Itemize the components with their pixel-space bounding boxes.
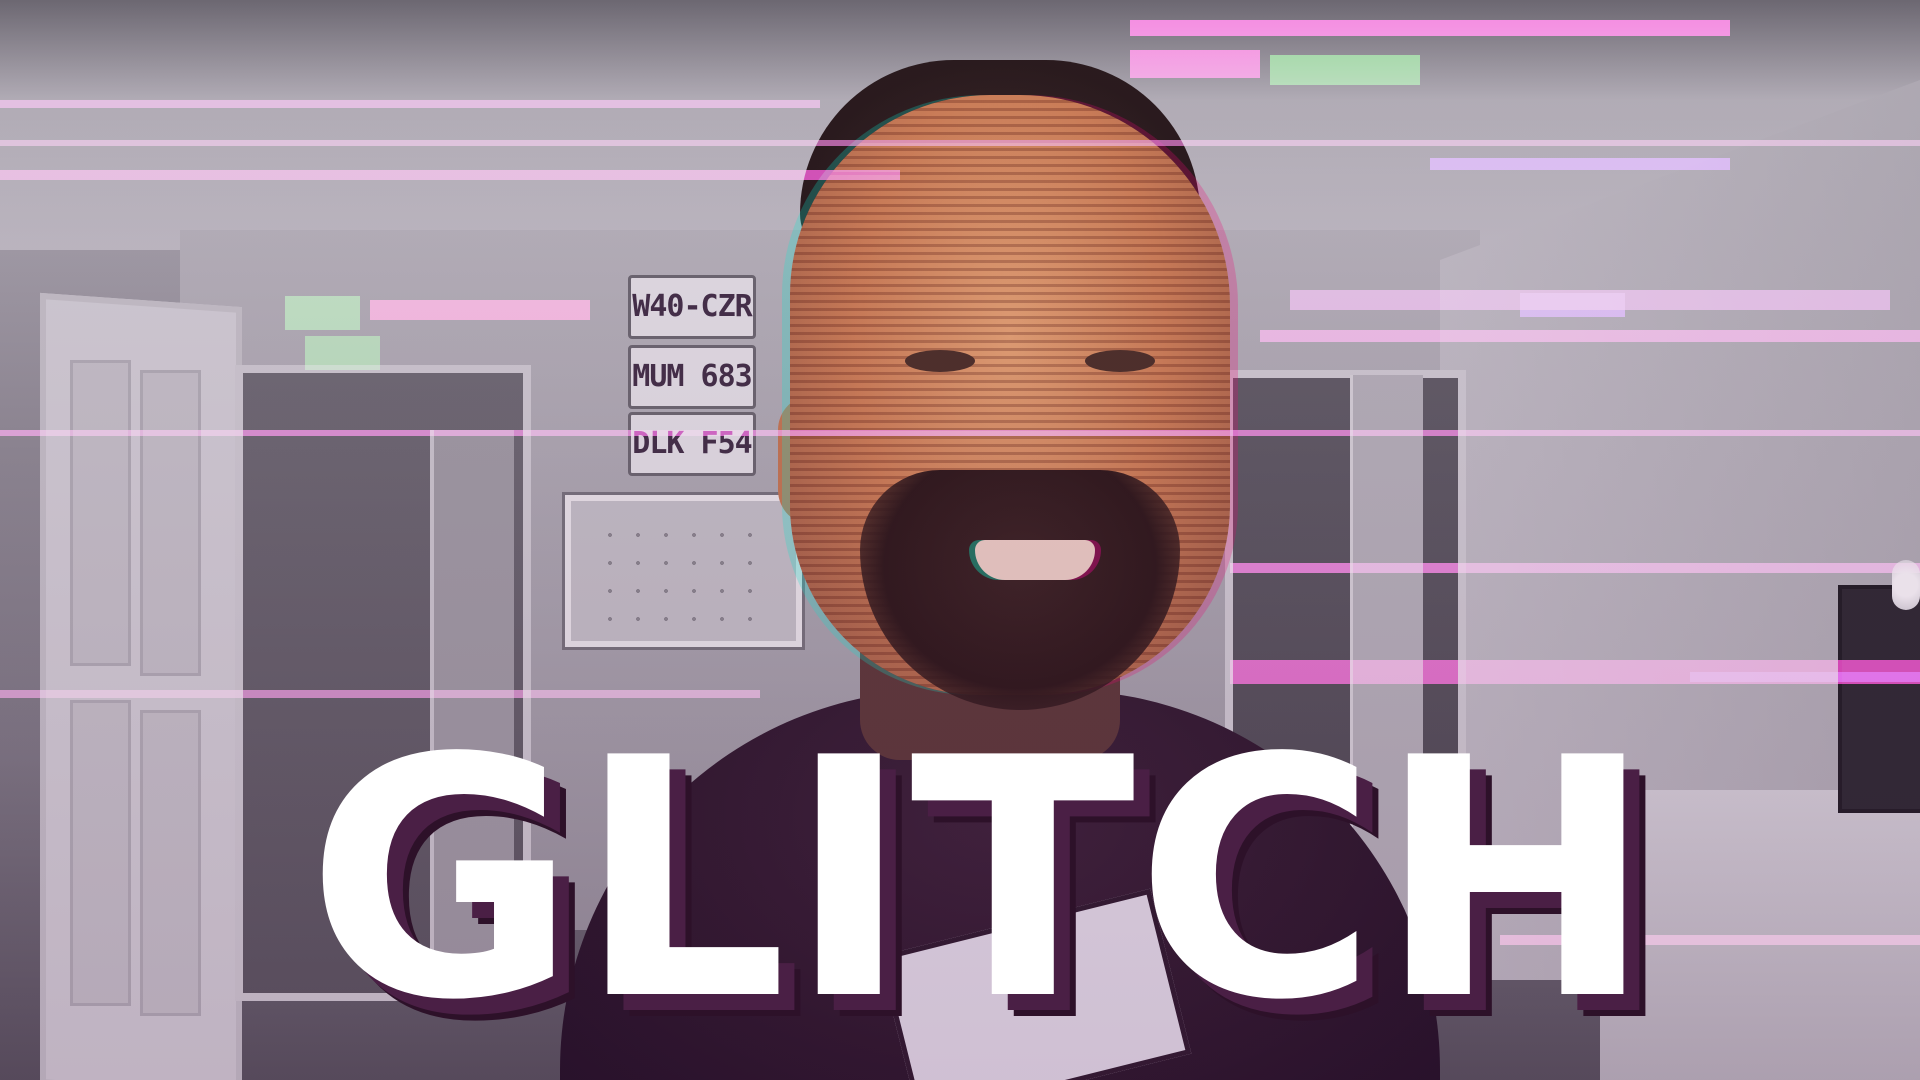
left-door-panel	[70, 360, 131, 666]
glitch-band	[305, 336, 380, 370]
glitch-band	[1430, 158, 1730, 170]
glitch-band	[370, 300, 590, 320]
glitch-band	[0, 140, 1920, 146]
glitch-band	[1230, 563, 1920, 573]
license-plate: DLK F54	[628, 412, 756, 476]
glitch-band	[1130, 20, 1730, 36]
glitch-band	[0, 170, 900, 180]
glitch-band	[0, 430, 1920, 436]
thumbnail-title: GLITCH	[306, 688, 1654, 1072]
wall-frame	[1838, 585, 1920, 813]
person-eye	[1085, 350, 1155, 372]
glitch-band	[1520, 293, 1625, 317]
thumbnail-scene: W40-CZR MUM 683 DLK F54 GLITCH	[0, 0, 1920, 1080]
wall-calendar-board	[565, 495, 802, 647]
glitch-band	[1690, 672, 1920, 682]
license-plate: W40-CZR	[628, 275, 756, 339]
glitch-band	[1260, 330, 1920, 342]
person-eye	[905, 350, 975, 372]
glitch-band	[1130, 50, 1260, 78]
left-door-panel	[70, 700, 131, 1006]
left-door-panel	[140, 370, 201, 676]
glitch-band	[0, 100, 820, 108]
person-mouth	[975, 540, 1095, 580]
glitch-band	[1270, 55, 1420, 85]
glitch-band	[285, 296, 360, 330]
license-plate: MUM 683	[628, 345, 756, 409]
